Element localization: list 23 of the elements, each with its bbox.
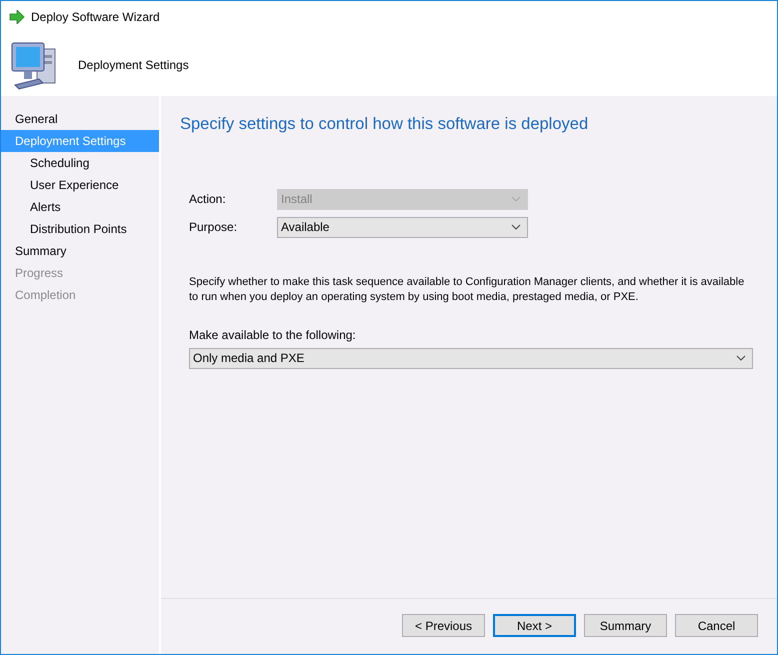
sidebar-item[interactable]: Alerts [1, 196, 159, 218]
sidebar-item[interactable]: Distribution Points [1, 218, 159, 240]
chevron-down-icon [511, 196, 521, 202]
field-label: Action: [189, 191, 227, 208]
window-title: Deploy Software Wizard [31, 9, 160, 26]
sidebar-item[interactable]: General [1, 108, 159, 130]
wizard-button[interactable]: < Previous [402, 614, 485, 637]
arrow-icon [9, 10, 25, 24]
chevron-down-icon [736, 355, 746, 362]
page-header-title: Deployment Settings [78, 56, 189, 74]
sidebar-item[interactable]: Summary [1, 240, 159, 262]
wizard-button[interactable]: Cancel [675, 614, 758, 637]
dropdown-field[interactable]: Available [277, 216, 528, 238]
field-label: Purpose: [189, 219, 238, 236]
wizard-button[interactable]: Next > [493, 614, 576, 637]
sidebar-item[interactable]: Scheduling [1, 152, 159, 174]
field-label: Make available to the following: [189, 326, 357, 344]
page-heading: Specify settings to control how this software is deployed [180, 114, 590, 135]
sidebar-item[interactable]: User Experience [1, 174, 159, 196]
description-text: Specify whether to make this task sequence available to Configuration Manager clients, and whether it is available to run when you deploy an operating system by using boot media, prestaged media, or PXE. [188, 274, 746, 305]
dropdown-field[interactable]: Only media and PXE [189, 348, 753, 369]
chevron-down-icon [511, 224, 521, 230]
wizard-button[interactable]: Summary [584, 614, 667, 637]
